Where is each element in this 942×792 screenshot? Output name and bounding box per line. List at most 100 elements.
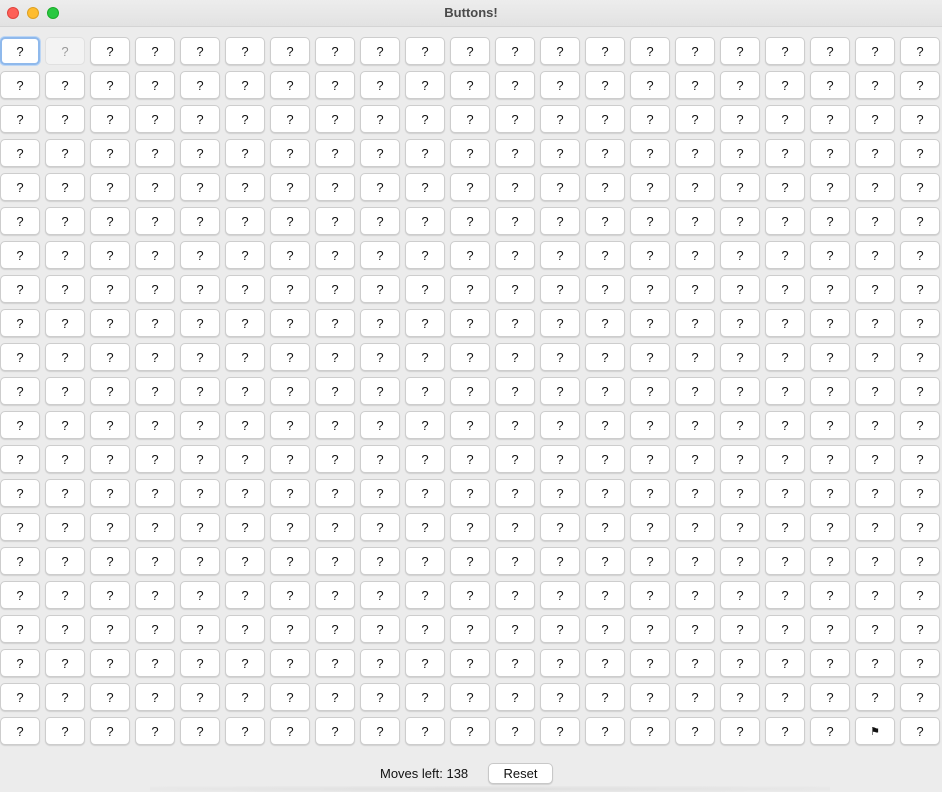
grid-cell-r12-c7[interactable]: ? bbox=[315, 445, 355, 473]
grid-cell-r13-c9[interactable]: ? bbox=[405, 479, 445, 507]
grid-cell-r16-c15[interactable]: ? bbox=[675, 581, 715, 609]
grid-cell-r5-c17[interactable]: ? bbox=[765, 207, 805, 235]
grid-cell-r15-c12[interactable]: ? bbox=[540, 547, 580, 575]
grid-cell-r4-c7[interactable]: ? bbox=[315, 173, 355, 201]
grid-cell-r6-c16[interactable]: ? bbox=[720, 241, 760, 269]
grid-cell-r13-c3[interactable]: ? bbox=[135, 479, 175, 507]
grid-cell-r16-c19[interactable]: ? bbox=[855, 581, 895, 609]
grid-cell-r11-c13[interactable]: ? bbox=[585, 411, 625, 439]
grid-cell-r12-c5[interactable]: ? bbox=[225, 445, 265, 473]
grid-cell-r10-c3[interactable]: ? bbox=[135, 377, 175, 405]
grid-cell-r0-c20[interactable]: ? bbox=[900, 37, 940, 65]
grid-cell-r9-c13[interactable]: ? bbox=[585, 343, 625, 371]
grid-cell-r20-c4[interactable]: ? bbox=[180, 717, 220, 745]
grid-cell-r14-c9[interactable]: ? bbox=[405, 513, 445, 541]
grid-cell-r4-c14[interactable]: ? bbox=[630, 173, 670, 201]
grid-cell-r13-c1[interactable]: ? bbox=[45, 479, 85, 507]
grid-cell-r5-c20[interactable]: ? bbox=[900, 207, 940, 235]
grid-cell-r13-c7[interactable]: ? bbox=[315, 479, 355, 507]
grid-cell-r18-c3[interactable]: ? bbox=[135, 649, 175, 677]
grid-cell-r5-c10[interactable]: ? bbox=[450, 207, 490, 235]
grid-cell-r1-c11[interactable]: ? bbox=[495, 71, 535, 99]
grid-cell-r10-c14[interactable]: ? bbox=[630, 377, 670, 405]
grid-cell-r10-c13[interactable]: ? bbox=[585, 377, 625, 405]
grid-cell-r15-c18[interactable]: ? bbox=[810, 547, 850, 575]
grid-cell-r14-c13[interactable]: ? bbox=[585, 513, 625, 541]
grid-cell-r15-c2[interactable]: ? bbox=[90, 547, 130, 575]
grid-cell-r0-c9[interactable]: ? bbox=[405, 37, 445, 65]
grid-cell-r13-c13[interactable]: ? bbox=[585, 479, 625, 507]
grid-cell-r2-c7[interactable]: ? bbox=[315, 105, 355, 133]
grid-cell-r15-c17[interactable]: ? bbox=[765, 547, 805, 575]
grid-cell-r4-c9[interactable]: ? bbox=[405, 173, 445, 201]
grid-cell-r0-c0[interactable]: ? bbox=[0, 37, 40, 65]
grid-cell-r9-c12[interactable]: ? bbox=[540, 343, 580, 371]
grid-cell-r2-c13[interactable]: ? bbox=[585, 105, 625, 133]
grid-cell-r4-c2[interactable]: ? bbox=[90, 173, 130, 201]
grid-cell-r7-c19[interactable]: ? bbox=[855, 275, 895, 303]
grid-cell-r16-c8[interactable]: ? bbox=[360, 581, 400, 609]
grid-cell-r3-c2[interactable]: ? bbox=[90, 139, 130, 167]
grid-cell-r18-c4[interactable]: ? bbox=[180, 649, 220, 677]
grid-cell-r19-c11[interactable]: ? bbox=[495, 683, 535, 711]
grid-cell-r5-c16[interactable]: ? bbox=[720, 207, 760, 235]
grid-cell-r13-c17[interactable]: ? bbox=[765, 479, 805, 507]
grid-cell-r17-c10[interactable]: ? bbox=[450, 615, 490, 643]
grid-cell-r15-c15[interactable]: ? bbox=[675, 547, 715, 575]
grid-cell-r1-c18[interactable]: ? bbox=[810, 71, 850, 99]
grid-cell-r18-c17[interactable]: ? bbox=[765, 649, 805, 677]
title-bar[interactable]: Buttons! bbox=[0, 0, 942, 27]
grid-cell-r18-c0[interactable]: ? bbox=[0, 649, 40, 677]
grid-cell-r14-c3[interactable]: ? bbox=[135, 513, 175, 541]
grid-cell-r10-c5[interactable]: ? bbox=[225, 377, 265, 405]
grid-cell-r3-c0[interactable]: ? bbox=[0, 139, 40, 167]
grid-cell-r20-c6[interactable]: ? bbox=[270, 717, 310, 745]
grid-cell-r19-c9[interactable]: ? bbox=[405, 683, 445, 711]
grid-cell-r9-c8[interactable]: ? bbox=[360, 343, 400, 371]
grid-cell-r14-c7[interactable]: ? bbox=[315, 513, 355, 541]
grid-cell-r6-c8[interactable]: ? bbox=[360, 241, 400, 269]
grid-cell-r16-c12[interactable]: ? bbox=[540, 581, 580, 609]
grid-cell-r6-c13[interactable]: ? bbox=[585, 241, 625, 269]
grid-cell-r1-c9[interactable]: ? bbox=[405, 71, 445, 99]
grid-cell-r10-c7[interactable]: ? bbox=[315, 377, 355, 405]
grid-cell-r3-c19[interactable]: ? bbox=[855, 139, 895, 167]
grid-cell-r2-c10[interactable]: ? bbox=[450, 105, 490, 133]
grid-cell-r9-c9[interactable]: ? bbox=[405, 343, 445, 371]
grid-cell-r7-c11[interactable]: ? bbox=[495, 275, 535, 303]
grid-cell-r17-c17[interactable]: ? bbox=[765, 615, 805, 643]
grid-cell-r19-c0[interactable]: ? bbox=[0, 683, 40, 711]
grid-cell-r20-c14[interactable]: ? bbox=[630, 717, 670, 745]
grid-cell-r8-c2[interactable]: ? bbox=[90, 309, 130, 337]
grid-cell-r19-c3[interactable]: ? bbox=[135, 683, 175, 711]
grid-cell-r15-c3[interactable]: ? bbox=[135, 547, 175, 575]
grid-cell-r15-c11[interactable]: ? bbox=[495, 547, 535, 575]
grid-cell-r0-c5[interactable]: ? bbox=[225, 37, 265, 65]
grid-cell-r16-c6[interactable]: ? bbox=[270, 581, 310, 609]
grid-cell-r7-c7[interactable]: ? bbox=[315, 275, 355, 303]
grid-cell-r2-c19[interactable]: ? bbox=[855, 105, 895, 133]
grid-cell-r20-c17[interactable]: ? bbox=[765, 717, 805, 745]
grid-cell-r7-c18[interactable]: ? bbox=[810, 275, 850, 303]
grid-cell-r0-c2[interactable]: ? bbox=[90, 37, 130, 65]
grid-cell-r9-c7[interactable]: ? bbox=[315, 343, 355, 371]
grid-cell-r20-c7[interactable]: ? bbox=[315, 717, 355, 745]
grid-cell-r20-c0[interactable]: ? bbox=[0, 717, 40, 745]
grid-cell-r1-c0[interactable]: ? bbox=[0, 71, 40, 99]
grid-cell-r12-c8[interactable]: ? bbox=[360, 445, 400, 473]
grid-cell-r4-c5[interactable]: ? bbox=[225, 173, 265, 201]
grid-cell-r20-c12[interactable]: ? bbox=[540, 717, 580, 745]
grid-cell-r10-c9[interactable]: ? bbox=[405, 377, 445, 405]
grid-cell-r15-c20[interactable]: ? bbox=[900, 547, 940, 575]
grid-cell-r2-c12[interactable]: ? bbox=[540, 105, 580, 133]
grid-cell-r6-c12[interactable]: ? bbox=[540, 241, 580, 269]
grid-cell-r4-c10[interactable]: ? bbox=[450, 173, 490, 201]
grid-cell-r10-c12[interactable]: ? bbox=[540, 377, 580, 405]
grid-cell-r14-c20[interactable]: ? bbox=[900, 513, 940, 541]
grid-cell-r15-c19[interactable]: ? bbox=[855, 547, 895, 575]
grid-cell-r19-c2[interactable]: ? bbox=[90, 683, 130, 711]
grid-cell-r17-c14[interactable]: ? bbox=[630, 615, 670, 643]
grid-cell-r2-c0[interactable]: ? bbox=[0, 105, 40, 133]
grid-cell-r5-c6[interactable]: ? bbox=[270, 207, 310, 235]
grid-cell-r13-c0[interactable]: ? bbox=[0, 479, 40, 507]
